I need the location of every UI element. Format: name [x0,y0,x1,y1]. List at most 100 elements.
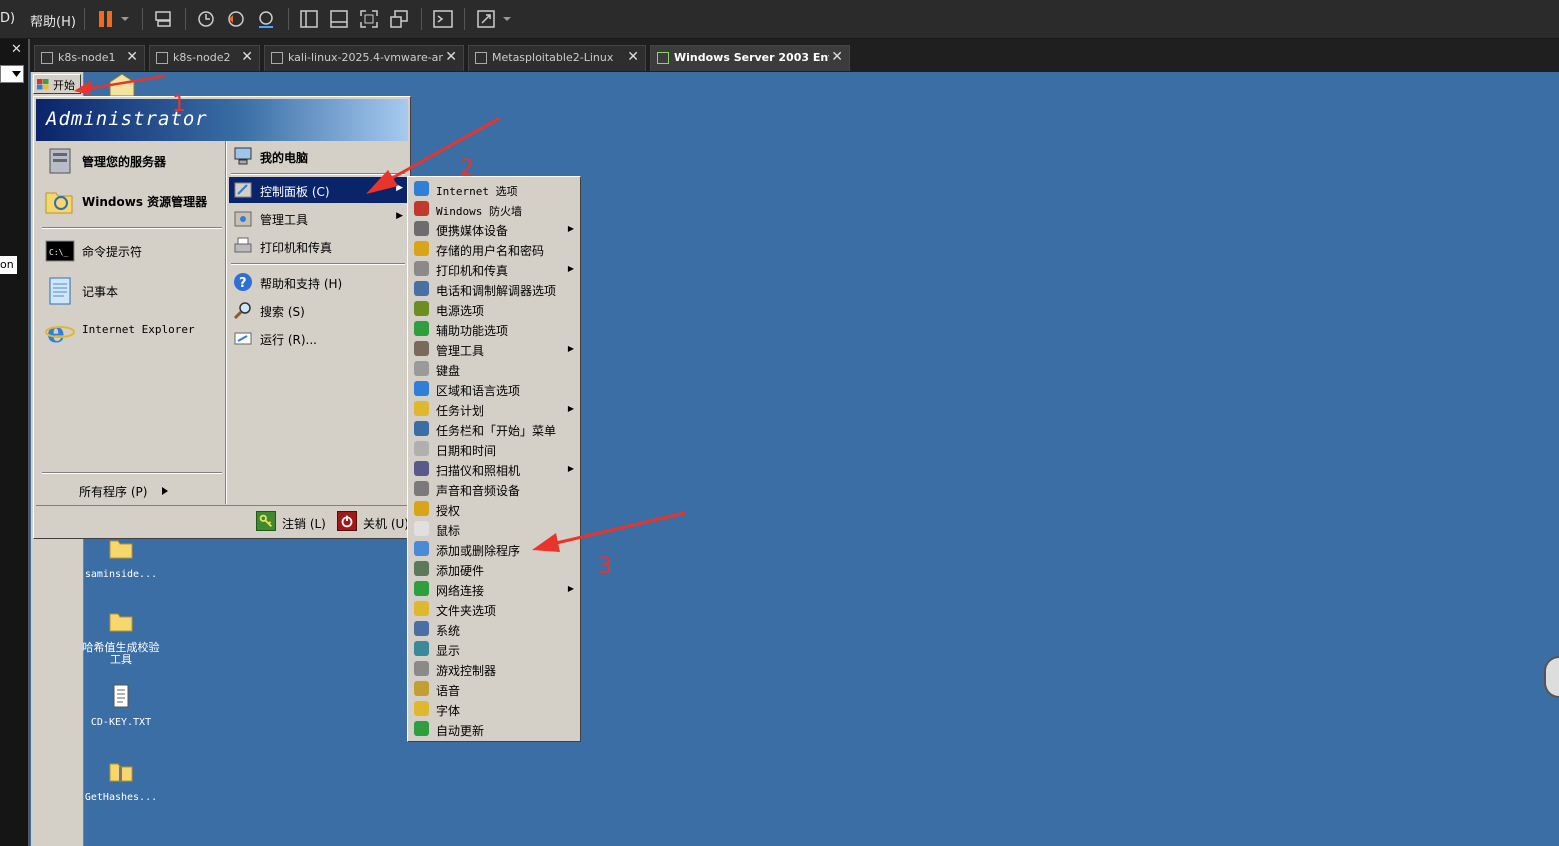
menu-item-search[interactable]: 搜索 (S) [229,297,407,323]
close-icon[interactable]: ✕ [831,49,843,65]
dropdown-icon[interactable] [118,9,132,29]
desktop-icon-gethashes[interactable]: GetHashes... [82,758,160,804]
desktop-icon-saminside[interactable]: saminside... [82,535,160,581]
menu-item-control-panel[interactable]: 控制面板 (C) ▶ [229,177,407,203]
cp-item-icon [414,181,429,196]
desktop-icon-label: saminside... [84,569,158,580]
cp-item[interactable]: 任务计划 ▶ [410,399,578,419]
cp-item[interactable]: 自动更新 [410,719,578,739]
menu-item-printers[interactable]: 打印机和传真 [229,233,407,259]
submenu-arrow-icon: ▶ [567,464,574,473]
tab-k8s-node1[interactable]: k8s-node1 ✕ [34,45,145,71]
cp-item[interactable]: 打印机和传真 ▶ [410,259,578,279]
menu-item-internet-explorer[interactable]: e Internet Explorer [44,315,224,349]
menu-item-help[interactable]: ? 帮助和支持 (H) [229,269,407,295]
cp-item[interactable]: 便携媒体设备 ▶ [410,219,578,239]
shutdown-button[interactable]: 关机 (U) [337,510,409,534]
cp-item-label: 扫描仪和照相机 [436,464,521,478]
library-view-icon[interactable] [299,9,319,29]
unity-icon[interactable] [389,9,409,29]
desktop-icon-cd-key[interactable]: CD-KEY.TXT [82,683,160,729]
dropdown-icon[interactable] [500,9,514,29]
menu-item-label: 运行 (R)... [260,333,317,347]
menu-item-admin-tools[interactable]: 管理工具 ▶ [229,205,407,231]
menu-item-windows-explorer[interactable]: Windows 资源管理器 [44,185,224,219]
side-handle[interactable] [1544,656,1559,698]
cp-item[interactable]: Windows 防火墙 [410,199,578,219]
cp-item[interactable]: 字体 [410,699,578,719]
snapshot-icon[interactable] [196,9,216,29]
cp-item[interactable]: 游戏控制器 [410,659,578,679]
start-button[interactable]: 开始 [33,74,81,94]
cp-item-label: 语音 [436,684,461,698]
toolbar-divider [288,8,289,30]
cp-item-label: 网络连接 [436,584,485,598]
menu-help[interactable]: 帮助(H) [30,11,76,30]
logoff-button[interactable]: 注销 (L) [256,510,336,534]
close-icon[interactable]: ✕ [445,49,457,65]
cp-item[interactable]: 声音和音频设备 [410,479,578,499]
cp-item-label: 电源选项 [436,304,485,318]
pause-icon[interactable] [96,9,116,29]
close-icon[interactable]: ✕ [11,42,22,57]
cp-item[interactable]: 授权 [410,499,578,519]
tab-metasploitable2[interactable]: Metasploitable2-Linux ✕ [468,45,646,71]
menu-item-run[interactable]: 运行 (R)... [229,325,407,351]
cp-item[interactable]: 添加硬件 [410,559,578,579]
revert-snapshot-icon[interactable] [226,9,246,29]
console-view-icon[interactable] [433,9,453,29]
cp-item[interactable]: 语音 [410,679,578,699]
cp-item[interactable]: 网络连接 ▶ [410,579,578,599]
cp-item[interactable]: 键盘 [410,359,578,379]
close-icon[interactable]: ✕ [627,49,639,65]
annotation-label-1: 1 [172,92,186,117]
tab-kali-linux[interactable]: kali-linux-2025.4-vmware-am... ✕ [264,45,464,71]
stretch-guest-icon[interactable] [476,9,496,29]
cp-item[interactable]: 存储的用户名和密码 [410,239,578,259]
desktop-icon-hash-tool[interactable]: 哈希值生成校验工具 [82,608,160,666]
menu-item-cmd[interactable]: C:\_ 命令提示符 [44,235,224,269]
menu-item-manage-server[interactable]: 管理您的服务器 [44,145,224,179]
tab-k8s-node2[interactable]: k8s-node2 ✕ [149,45,260,71]
cp-item[interactable]: 辅助功能选项 [410,319,578,339]
cp-item[interactable]: 任务栏和「开始」菜单 [410,419,578,439]
menu-item-my-computer[interactable]: 我的电脑 [229,143,407,169]
menu-item-notepad[interactable]: 记事本 [44,275,224,309]
cp-item[interactable]: Internet 选项 [410,179,578,199]
desktop-icon-partial[interactable] [108,74,136,96]
cp-item[interactable]: 扫描仪和照相机 ▶ [410,459,578,479]
close-icon[interactable]: ✕ [126,49,138,65]
menu-separator [42,227,222,229]
cp-item[interactable]: 电源选项 [410,299,578,319]
fullscreen-icon[interactable] [359,9,379,29]
vm-icon [156,52,168,64]
submenu-arrow-icon: ▶ [567,344,574,353]
thumbnail-view-icon[interactable] [329,9,349,29]
cp-item-icon [414,721,429,736]
cp-item-label: 游戏控制器 [436,664,497,678]
cp-item[interactable]: 添加或删除程序 [410,539,578,559]
cp-item-icon [414,701,429,716]
cp-item[interactable]: 电话和调制解调器选项 [410,279,578,299]
cp-item[interactable]: 管理工具 ▶ [410,339,578,359]
toolbar-divider [185,8,186,30]
key-icon [256,511,276,531]
library-dropdown[interactable] [0,65,24,83]
close-icon[interactable]: ✕ [241,49,253,65]
all-programs-button[interactable]: 所有程序 (P) [44,479,222,501]
my-computer-icon [234,147,252,165]
cp-item[interactable]: 区域和语言选项 [410,379,578,399]
cp-item[interactable]: 日期和时间 [410,439,578,459]
cp-item[interactable]: 系统 [410,619,578,639]
help-icon: ? [234,273,252,291]
menu-item-label: 我的电脑 [260,151,309,165]
menu-partial[interactable]: D) [0,11,15,26]
cp-item[interactable]: 鼠标 [410,519,578,539]
chevron-right-icon [162,487,168,495]
cp-item[interactable]: 显示 [410,639,578,659]
tab-windows-server-2003[interactable]: Windows Server 2003 Ent... ✕ [650,45,850,71]
snapshot-manager-icon[interactable] [256,9,276,29]
send-ctrl-alt-del-icon[interactable] [154,9,174,29]
cp-item[interactable]: 文件夹选项 [410,599,578,619]
cp-item-icon [414,461,429,476]
